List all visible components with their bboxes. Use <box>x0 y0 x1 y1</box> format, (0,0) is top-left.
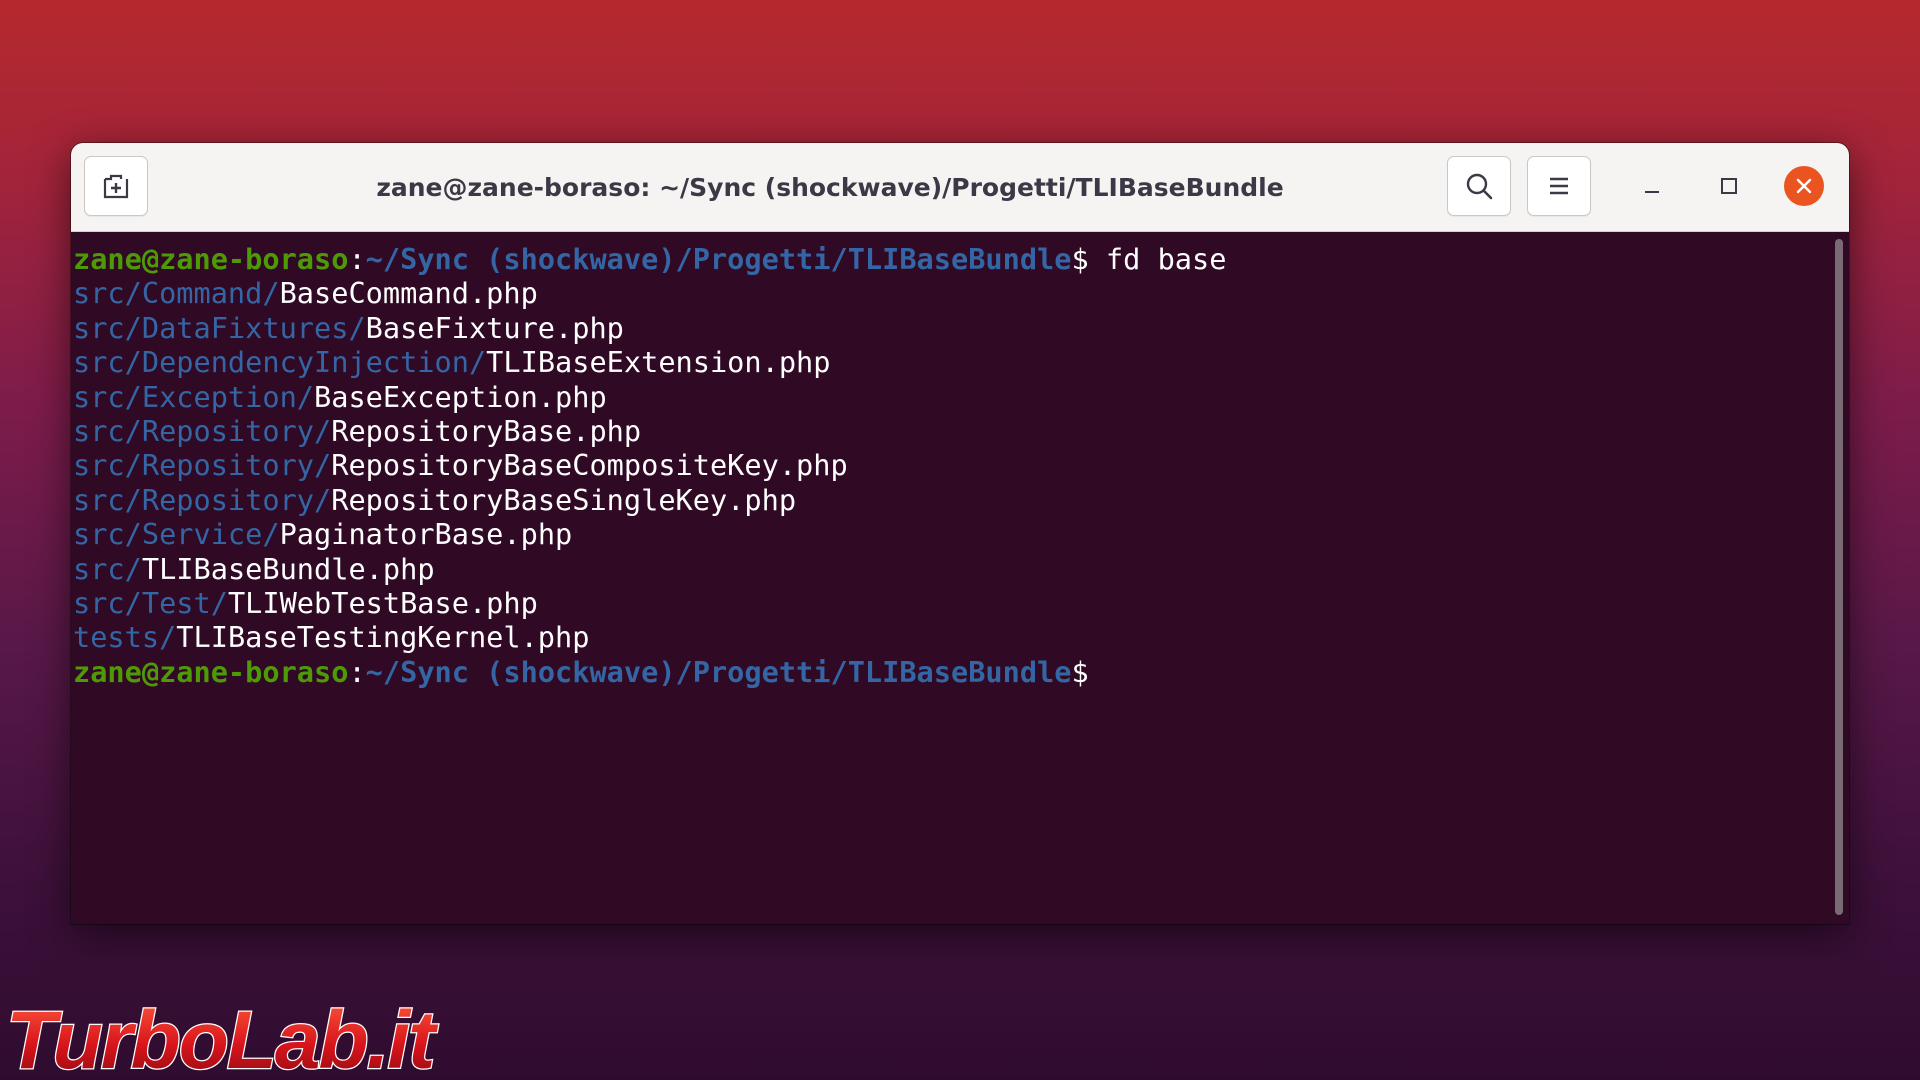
terminal-window: zane@zane-boraso: ~/Sync (shockwave)/Pro… <box>71 143 1849 924</box>
close-icon <box>1796 178 1812 194</box>
result-file: BaseException.php <box>314 379 607 414</box>
result-dir: src/Repository/ <box>73 413 332 448</box>
prompt-line: zane@zane-boraso:~/Sync (shockwave)/Prog… <box>73 655 1849 689</box>
result-file: TLIBaseTestingKernel.php <box>176 620 590 655</box>
result-file: RepositoryBaseCompositeKey.php <box>331 448 848 483</box>
result-dir: tests/ <box>73 620 177 655</box>
vertical-scrollbar[interactable] <box>1835 239 1843 915</box>
minimize-icon <box>1645 191 1659 193</box>
new-tab-icon <box>103 174 129 199</box>
result-line: src/Repository/RepositoryBaseSingleKey.p… <box>73 483 1849 517</box>
turbolab-logo: TurboLab.it <box>5 994 443 1080</box>
result-file: PaginatorBase.php <box>279 517 573 552</box>
logo-text: TurboLab.it <box>6 995 439 1080</box>
title-bar[interactable]: zane@zane-boraso: ~/Sync (shockwave)/Pro… <box>71 143 1849 232</box>
prompt-separator: : <box>348 242 366 276</box>
prompt-path: ~/Sync (shockwave)/Progetti/TLIBaseBundl… <box>365 654 1072 689</box>
result-file: BaseCommand.php <box>279 276 538 311</box>
prompt-user-host: zane@zane-boraso <box>73 242 349 276</box>
result-dir: src/Test/ <box>73 585 228 620</box>
maximize-button[interactable] <box>1707 164 1751 208</box>
result-file: TLIBaseExtension.php <box>486 345 831 380</box>
menu-button[interactable] <box>1527 156 1591 216</box>
result-line: src/TLIBaseBundle.php <box>73 552 1849 586</box>
search-icon <box>1466 173 1493 200</box>
result-dir: src/ <box>73 551 142 586</box>
result-line: src/Repository/RepositoryBase.php <box>73 414 1849 448</box>
minimize-button[interactable] <box>1630 164 1674 208</box>
result-file: TLIBaseBundle.php <box>141 551 435 586</box>
result-line: src/Command/BaseCommand.php <box>73 276 1849 310</box>
command-text: fd base <box>1088 242 1227 276</box>
result-file: BaseFixture.php <box>365 310 624 345</box>
result-dir: src/Command/ <box>73 276 280 311</box>
new-tab-button[interactable] <box>84 156 148 216</box>
result-dir: src/DataFixtures/ <box>73 310 366 345</box>
result-dir: src/Repository/ <box>73 448 332 483</box>
prompt-symbol: $ <box>1071 242 1089 276</box>
window-title: zane@zane-boraso: ~/Sync (shockwave)/Pro… <box>376 173 1284 202</box>
maximize-icon <box>1721 178 1737 194</box>
result-line: tests/TLIBaseTestingKernel.php <box>73 620 1849 654</box>
prompt-symbol: $ <box>1071 654 1089 689</box>
result-line: src/Test/TLIWebTestBase.php <box>73 586 1849 620</box>
hamburger-menu-icon <box>1550 177 1568 195</box>
command-line: zane@zane-boraso:~/Sync (shockwave)/Prog… <box>73 242 1849 276</box>
prompt-user-host: zane@zane-boraso <box>73 654 349 689</box>
result-line: src/DependencyInjection/TLIBaseExtension… <box>73 345 1849 379</box>
result-line: src/Service/PaginatorBase.php <box>73 517 1849 551</box>
close-button[interactable] <box>1784 166 1824 206</box>
result-dir: src/Repository/ <box>73 482 332 517</box>
result-line: src/Repository/RepositoryBaseCompositeKe… <box>73 448 1849 482</box>
prompt-separator: : <box>348 654 366 689</box>
terminal-output[interactable]: zane@zane-boraso:~/Sync (shockwave)/Prog… <box>71 232 1849 924</box>
result-dir: src/Exception/ <box>73 379 315 414</box>
search-button[interactable] <box>1447 156 1511 216</box>
prompt-path: ~/Sync (shockwave)/Progetti/TLIBaseBundl… <box>365 242 1072 276</box>
result-file: RepositoryBaseSingleKey.php <box>331 482 797 517</box>
result-file: RepositoryBase.php <box>331 413 642 448</box>
result-dir: src/DependencyInjection/ <box>73 345 487 380</box>
result-dir: src/Service/ <box>73 517 280 552</box>
result-file: TLIWebTestBase.php <box>227 585 538 620</box>
result-line: src/Exception/BaseException.php <box>73 380 1849 414</box>
result-line: src/DataFixtures/BaseFixture.php <box>73 311 1849 345</box>
